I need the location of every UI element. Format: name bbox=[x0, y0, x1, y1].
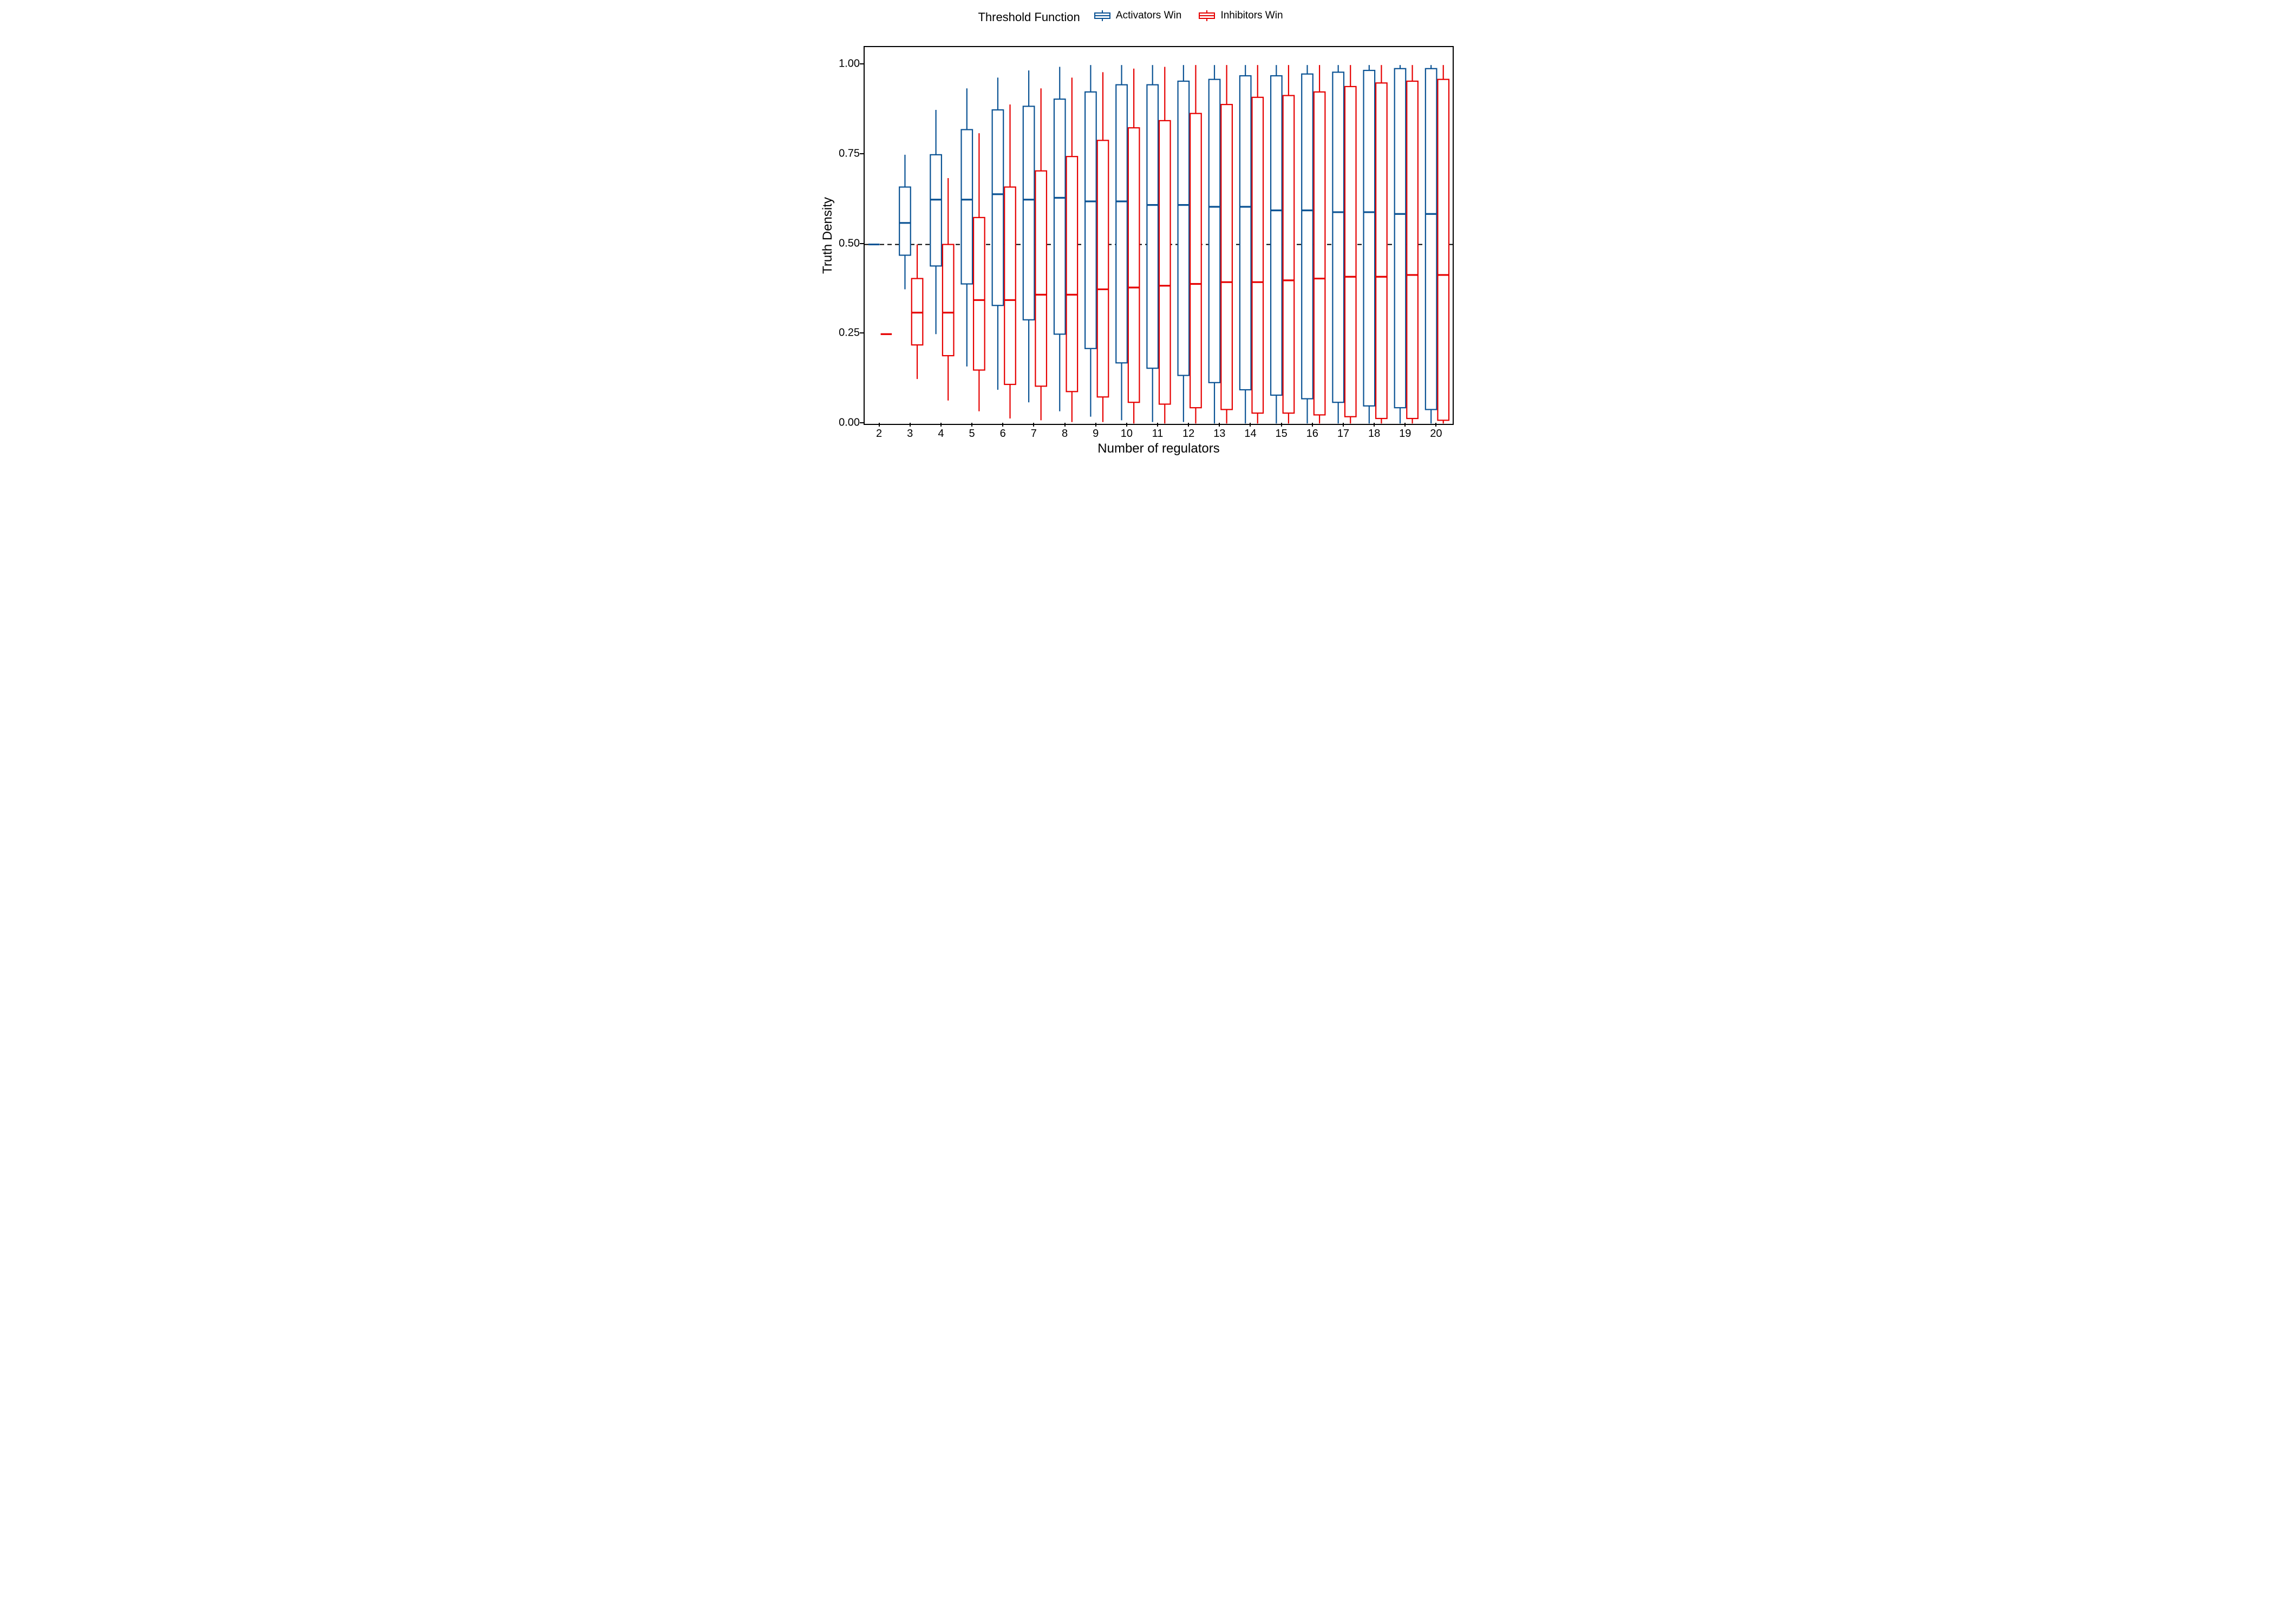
x-tick-label: 14 bbox=[1244, 428, 1256, 440]
y-axis-label: Truth Density bbox=[820, 46, 836, 425]
chart-figure: Threshold Function Activators Win Inhibi… bbox=[812, 0, 1462, 464]
y-tick bbox=[860, 422, 864, 423]
x-tick-label: 13 bbox=[1213, 428, 1225, 440]
x-tick-label: 6 bbox=[1000, 428, 1006, 440]
plot-panel bbox=[864, 46, 1454, 425]
x-tick-label: 19 bbox=[1399, 428, 1411, 440]
x-tick bbox=[1033, 423, 1034, 427]
x-tick bbox=[1374, 423, 1375, 427]
x-tick-label: 9 bbox=[1093, 428, 1099, 440]
x-tick bbox=[879, 423, 880, 427]
y-tick-label: 1.00 bbox=[827, 58, 860, 70]
x-tick bbox=[1250, 423, 1251, 427]
x-tick bbox=[1188, 423, 1189, 427]
x-tick bbox=[971, 423, 972, 427]
x-tick bbox=[1281, 423, 1282, 427]
x-tick bbox=[1095, 423, 1096, 427]
x-tick-label: 10 bbox=[1121, 428, 1133, 440]
legend-box-icon bbox=[1198, 10, 1216, 21]
x-tick-label: 5 bbox=[969, 428, 975, 440]
y-tick-label: 0.25 bbox=[827, 327, 860, 339]
x-tick bbox=[1064, 423, 1066, 427]
y-tick bbox=[860, 332, 864, 333]
x-tick-label: 20 bbox=[1430, 428, 1442, 440]
legend-title: Threshold Function bbox=[978, 10, 1080, 24]
x-tick bbox=[1404, 423, 1406, 427]
y-tick bbox=[860, 63, 864, 64]
x-tick-label: 4 bbox=[938, 428, 944, 440]
x-tick bbox=[940, 423, 942, 427]
x-axis-label: Number of regulators bbox=[864, 441, 1454, 456]
legend-item-label: Activators Win bbox=[1116, 10, 1181, 22]
x-tick-label: 15 bbox=[1276, 428, 1288, 440]
y-tick-label: 0.75 bbox=[827, 147, 860, 160]
x-tick bbox=[1002, 423, 1003, 427]
plot-svg bbox=[865, 47, 1453, 424]
y-tick-label: 0.50 bbox=[827, 237, 860, 250]
legend: Threshold Function Activators Win Inhibi… bbox=[812, 10, 1462, 24]
x-tick-label: 8 bbox=[1062, 428, 1068, 440]
x-tick-label: 2 bbox=[876, 428, 882, 440]
legend-box-icon bbox=[1093, 10, 1112, 21]
x-tick-label: 12 bbox=[1182, 428, 1194, 440]
x-tick bbox=[1435, 423, 1436, 427]
x-tick bbox=[1126, 423, 1127, 427]
x-tick-label: 18 bbox=[1368, 428, 1380, 440]
x-tick bbox=[1219, 423, 1220, 427]
y-tick-label: 0.00 bbox=[827, 417, 860, 429]
x-tick bbox=[1312, 423, 1313, 427]
x-tick bbox=[1343, 423, 1344, 427]
x-tick-label: 16 bbox=[1306, 428, 1318, 440]
x-tick-label: 11 bbox=[1152, 428, 1164, 440]
y-tick bbox=[860, 243, 864, 244]
x-tick bbox=[910, 423, 911, 427]
x-tick-label: 7 bbox=[1031, 428, 1037, 440]
legend-item-inhibitors: Inhibitors Win bbox=[1198, 10, 1283, 22]
x-tick bbox=[1157, 423, 1158, 427]
x-tick-label: 3 bbox=[907, 428, 913, 440]
legend-item-label: Inhibitors Win bbox=[1220, 10, 1283, 22]
x-tick-label: 17 bbox=[1337, 428, 1349, 440]
y-tick bbox=[860, 153, 864, 154]
legend-item-activators: Activators Win bbox=[1093, 10, 1181, 22]
